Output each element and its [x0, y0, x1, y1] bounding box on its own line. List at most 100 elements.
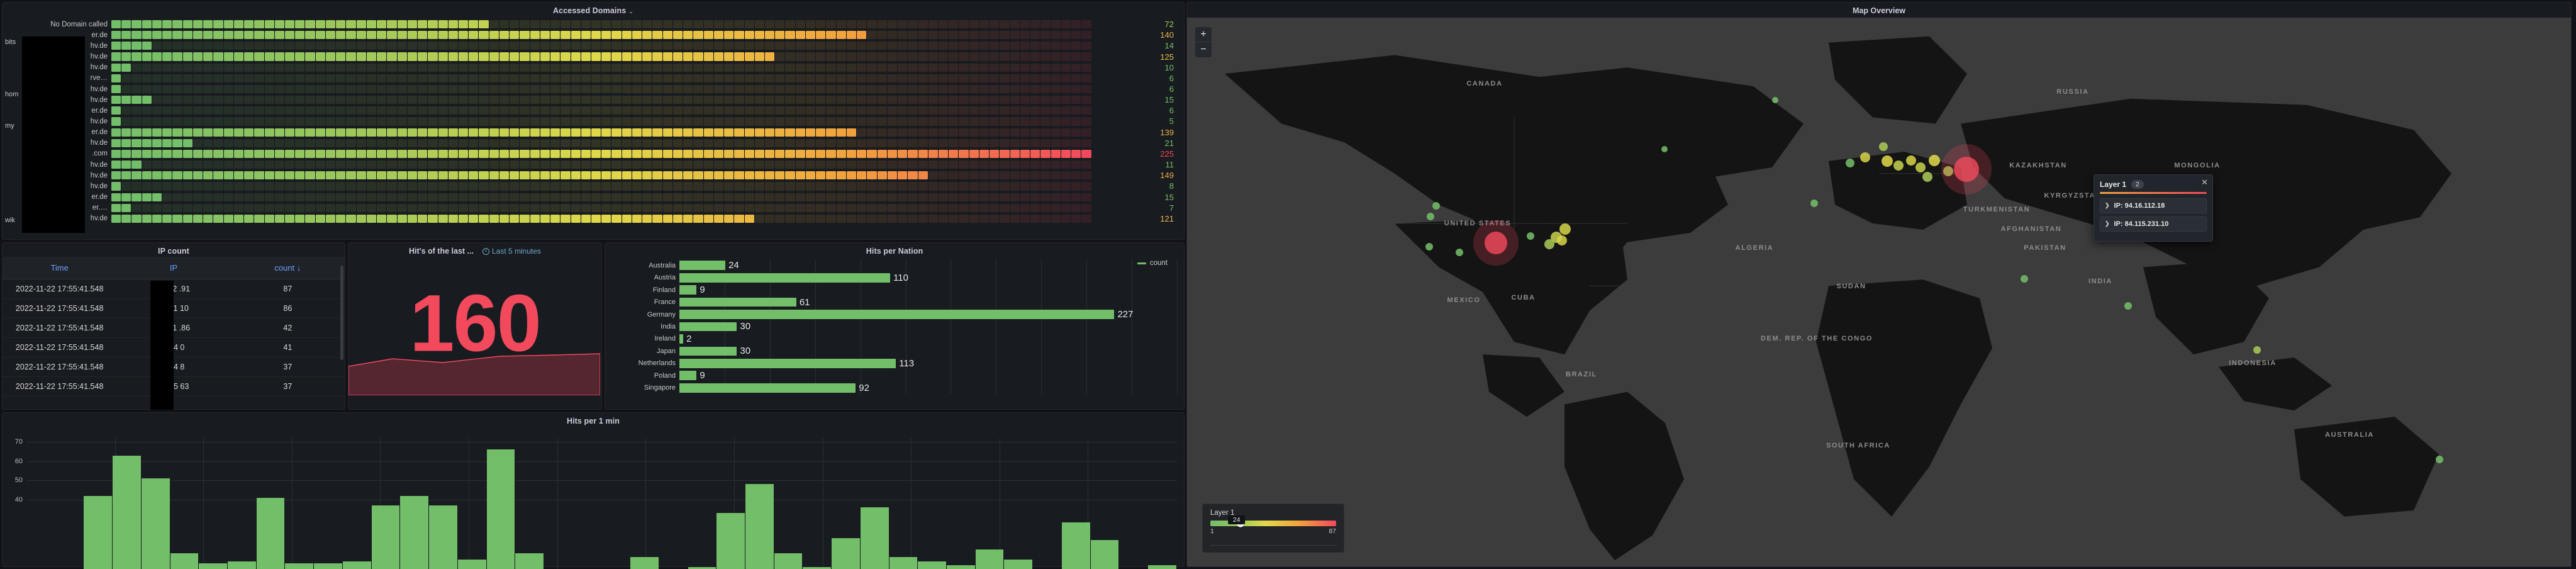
table-row[interactable]: 2022-11-22 17:55:41.54851.15 6337 — [3, 376, 345, 397]
heatmap-cell[interactable] — [1030, 214, 1040, 223]
heatmap-cell[interactable] — [254, 106, 264, 115]
heatmap-cell[interactable] — [530, 63, 540, 72]
heatmap-cell[interactable] — [356, 20, 366, 29]
heatmap-cell[interactable] — [356, 96, 366, 104]
heatmap-cell[interactable] — [754, 42, 764, 50]
heatmap-cell[interactable] — [724, 193, 734, 201]
heatmap-cell[interactable] — [325, 193, 336, 201]
heatmap-cell[interactable] — [305, 171, 315, 180]
heatmap-cell[interactable] — [969, 193, 979, 201]
heatmap-cell[interactable] — [877, 193, 887, 201]
heatmap-cell[interactable] — [325, 74, 336, 82]
heatmap-cell[interactable] — [213, 182, 223, 191]
heatmap-cell[interactable] — [846, 74, 857, 82]
heatmap-cell[interactable] — [264, 96, 274, 104]
heatmap-cell[interactable] — [846, 171, 857, 180]
timeseries-bar[interactable] — [1090, 539, 1119, 569]
heatmap-cell[interactable] — [458, 74, 469, 82]
heatmap-cell[interactable] — [652, 182, 662, 191]
heatmap-cell[interactable] — [887, 138, 898, 147]
heatmap-cell[interactable] — [540, 106, 550, 115]
heatmap-cell[interactable] — [867, 138, 877, 147]
heatmap-cell[interactable] — [377, 31, 387, 40]
heatmap-cell[interactable] — [499, 96, 510, 104]
heatmap-cell[interactable] — [203, 128, 213, 137]
heatmap-row[interactable] — [111, 19, 1091, 30]
heatmap-cell[interactable] — [489, 63, 499, 72]
heatmap-cell[interactable] — [622, 149, 632, 159]
heatmap-cell[interactable] — [510, 74, 520, 82]
heatmap-cell[interactable] — [499, 128, 510, 137]
heatmap-cell[interactable] — [672, 138, 683, 147]
heatmap-cell[interactable] — [908, 161, 918, 169]
heatmap-cell[interactable] — [959, 193, 969, 201]
heatmap-cell[interactable] — [499, 20, 510, 29]
heatmap-cell[interactable] — [1020, 52, 1030, 61]
heatmap-cell[interactable] — [540, 171, 550, 180]
heatmap-cell[interactable] — [969, 117, 979, 126]
heatmap-cell[interactable] — [1071, 203, 1081, 212]
heatmap-cell[interactable] — [979, 74, 990, 82]
heatmap-cell[interactable] — [1020, 106, 1030, 115]
heatmap-cell[interactable] — [1081, 182, 1091, 191]
heatmap-cell[interactable] — [479, 214, 489, 223]
heatmap-cell[interactable] — [284, 128, 295, 137]
heatmap-cell[interactable] — [713, 96, 724, 104]
heatmap-cell[interactable] — [213, 161, 223, 169]
heatmap-cell[interactable] — [877, 214, 887, 223]
heatmap-cell[interactable] — [418, 161, 428, 169]
heatmap-row[interactable] — [111, 40, 1091, 51]
heatmap-cell[interactable] — [274, 128, 284, 137]
heatmap-cell[interactable] — [918, 63, 928, 72]
heatmap-cell[interactable] — [428, 96, 438, 104]
heatmap-cell[interactable] — [724, 149, 734, 159]
heatmap-cell[interactable] — [274, 31, 284, 40]
heatmap-cell[interactable] — [826, 63, 836, 72]
heatmap-cell[interactable] — [172, 128, 182, 137]
heatmap-cell[interactable] — [724, 96, 734, 104]
heatmap-cell[interactable] — [724, 74, 734, 82]
heatmap-cell[interactable] — [581, 214, 591, 223]
heatmap-cell[interactable] — [887, 161, 898, 169]
heatmap-cell[interactable] — [305, 203, 315, 212]
heatmap-cell[interactable] — [438, 42, 448, 50]
heatmap-cell[interactable] — [346, 128, 356, 137]
heatmap-cell[interactable] — [295, 84, 305, 94]
heatmap-cell[interactable] — [121, 128, 131, 137]
heatmap-cell[interactable] — [969, 182, 979, 191]
heatmap-cell[interactable] — [448, 182, 458, 191]
heatmap-cell[interactable] — [560, 203, 571, 212]
heatmap-cell[interactable] — [979, 31, 990, 40]
heatmap-cell[interactable] — [713, 171, 724, 180]
heatmap-cell[interactable] — [990, 171, 1000, 180]
heatmap-cell[interactable] — [734, 171, 744, 180]
timeseries-bar[interactable] — [314, 563, 342, 569]
heatmap-cell[interactable] — [397, 106, 407, 115]
heatmap-cell[interactable] — [458, 193, 469, 201]
heatmap-cell[interactable] — [1061, 63, 1071, 72]
heatmap-cell[interactable] — [908, 63, 918, 72]
heatmap-cell[interactable] — [418, 31, 428, 40]
heatmap-cell[interactable] — [142, 52, 152, 61]
heatmap-cell[interactable] — [121, 52, 131, 61]
heatmap-cell[interactable] — [898, 161, 908, 169]
heatmap-cell[interactable] — [1071, 149, 1081, 159]
heatmap-cell[interactable] — [672, 117, 683, 126]
heatmap-cell[interactable] — [765, 203, 775, 212]
heatmap-cell[interactable] — [877, 63, 887, 72]
heatmap-cell[interactable] — [244, 20, 254, 29]
heatmap-cell[interactable] — [765, 84, 775, 94]
heatmap-cell[interactable] — [816, 74, 826, 82]
heatmap-cell[interactable] — [479, 128, 489, 137]
heatmap-cell[interactable] — [744, 96, 754, 104]
heatmap-cell[interactable] — [775, 74, 785, 82]
heatmap-cell[interactable] — [418, 171, 428, 180]
heatmap-cell[interactable] — [938, 203, 949, 212]
heatmap-cell[interactable] — [754, 84, 764, 94]
heatmap-cell[interactable] — [162, 214, 172, 223]
heatmap-cell[interactable] — [693, 96, 703, 104]
heatmap-cell[interactable] — [121, 149, 131, 159]
heatmap-cell[interactable] — [346, 161, 356, 169]
heatmap-cell[interactable] — [611, 52, 622, 61]
heatmap-cell[interactable] — [744, 182, 754, 191]
